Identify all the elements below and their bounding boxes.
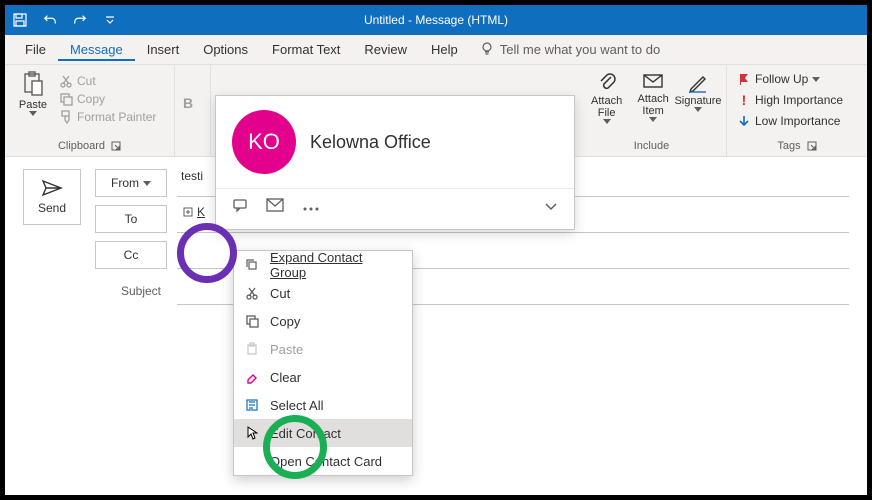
cut-button[interactable]: Cut: [57, 73, 158, 89]
avatar-initials: KO: [248, 129, 280, 155]
paste-icon: [244, 341, 260, 357]
ctx-select-all-label: Select All: [270, 398, 323, 413]
send-label: Send: [38, 201, 66, 215]
menu-review[interactable]: Review: [352, 38, 419, 61]
menu-format-text[interactable]: Format Text: [260, 38, 352, 61]
ctx-open-contact-card[interactable]: Open Contact Card: [234, 447, 412, 475]
include-group-label: Include: [634, 140, 669, 152]
expand-icon: [244, 257, 260, 273]
dialog-launcher-icon[interactable]: [111, 141, 121, 151]
avatar: KO: [232, 110, 296, 174]
copy-icon: [244, 313, 260, 329]
format-painter-label: Format Painter: [77, 110, 156, 124]
group-clipboard: Paste Cut Copy Format Painter: [5, 65, 175, 156]
recipient-chip[interactable]: K: [181, 205, 207, 219]
ctx-expand-label: Expand Contact Group: [270, 250, 402, 280]
redo-icon[interactable]: [65, 5, 95, 35]
contact-name: Kelowna Office: [310, 132, 431, 153]
menu-insert[interactable]: Insert: [135, 38, 192, 61]
dialog-launcher-icon[interactable]: [807, 141, 817, 151]
undo-icon[interactable]: [35, 5, 65, 35]
subject-label: Subject: [95, 284, 167, 298]
cc-label: Cc: [124, 248, 139, 262]
ctx-clear[interactable]: Clear: [234, 363, 412, 391]
more-icon[interactable]: [302, 199, 320, 217]
attach-item-label: Attach Item: [634, 93, 672, 117]
tags-group-label: Tags: [777, 140, 800, 152]
attach-file-label: Attach File: [589, 95, 624, 119]
ctx-paste-label: Paste: [270, 342, 303, 357]
paste-button[interactable]: Paste: [13, 69, 53, 120]
cursor-icon: [244, 425, 260, 441]
tell-me-input[interactable]: Tell me what you want to do: [500, 42, 660, 57]
paste-label: Paste: [19, 99, 47, 111]
ctx-open-card-label: Open Contact Card: [270, 454, 382, 469]
copy-button[interactable]: Copy: [57, 91, 158, 107]
copy-label: Copy: [77, 92, 105, 106]
ctx-copy[interactable]: Copy: [234, 307, 412, 335]
clipboard-group-label: Clipboard: [58, 140, 105, 152]
select-all-icon: [244, 397, 260, 413]
exclamation-icon: !: [737, 92, 751, 108]
ctx-cut[interactable]: Cut: [234, 279, 412, 307]
window-title: Untitled - Message (HTML): [125, 13, 747, 27]
ctx-edit-contact-label: Edit Contact: [270, 426, 341, 441]
group-tags: Follow Up ! High Importance Low Importan…: [727, 65, 867, 156]
from-value: testi: [181, 169, 203, 183]
recipient-chip-text: K: [197, 205, 205, 219]
to-button[interactable]: To: [95, 205, 167, 233]
low-importance-label: Low Importance: [755, 114, 840, 128]
to-label: To: [125, 212, 138, 226]
from-button[interactable]: From: [95, 169, 167, 197]
eraser-icon: [244, 369, 260, 385]
attach-item-button[interactable]: Attach Item: [630, 69, 676, 126]
high-importance-label: High Importance: [755, 93, 843, 107]
low-importance-button[interactable]: Low Importance: [735, 113, 845, 129]
high-importance-button[interactable]: ! High Importance: [735, 91, 845, 109]
send-button[interactable]: Send: [23, 169, 81, 225]
from-label: From: [111, 176, 139, 190]
format-painter-button[interactable]: Format Painter: [57, 109, 158, 125]
ctx-select-all[interactable]: Select All: [234, 391, 412, 419]
menu-file[interactable]: File: [13, 38, 58, 61]
ctx-edit-contact[interactable]: Edit Contact: [234, 419, 412, 447]
cut-label: Cut: [77, 74, 96, 88]
attach-file-button[interactable]: Attach File: [585, 69, 628, 128]
menu-options[interactable]: Options: [191, 38, 260, 61]
bold-button[interactable]: B: [183, 95, 193, 111]
ctx-paste: Paste: [234, 335, 412, 363]
ctx-clear-label: Clear: [270, 370, 301, 385]
menu-message[interactable]: Message: [58, 38, 135, 61]
signature-button[interactable]: Signature: [678, 69, 718, 116]
ctx-copy-label: Copy: [270, 314, 300, 329]
mail-icon[interactable]: [266, 198, 284, 217]
context-menu: Expand Contact Group Cut Copy Paste Clea…: [233, 250, 413, 476]
cc-button[interactable]: Cc: [95, 241, 167, 269]
group-include: Attach File Attach Item Signature Includ…: [577, 65, 727, 156]
contact-card: KO Kelowna Office: [215, 95, 575, 230]
follow-up-button[interactable]: Follow Up: [735, 71, 845, 87]
chevron-down-icon[interactable]: [544, 199, 558, 217]
scissors-icon: [244, 285, 260, 301]
menu-bar: File Message Insert Options Format Text …: [5, 35, 867, 65]
follow-up-label: Follow Up: [755, 72, 808, 86]
menu-help[interactable]: Help: [419, 38, 470, 61]
title-bar: Untitled - Message (HTML): [5, 5, 867, 35]
signature-label: Signature: [674, 95, 721, 107]
save-icon[interactable]: [5, 5, 35, 35]
ctx-expand-contact-group[interactable]: Expand Contact Group: [234, 251, 412, 279]
ctx-cut-label: Cut: [270, 286, 290, 301]
lightbulb-icon: [480, 41, 494, 58]
chat-icon[interactable]: [232, 197, 248, 218]
qat-customize-icon[interactable]: [95, 5, 125, 35]
group-font-partial: B: [175, 65, 211, 156]
